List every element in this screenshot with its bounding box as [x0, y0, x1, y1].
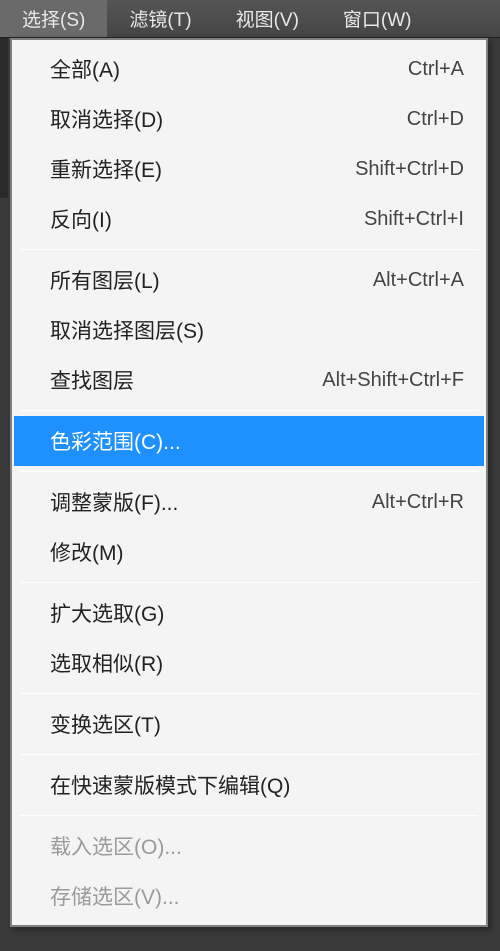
menu-refine-mask[interactable]: 调整蒙版(F)... Alt+Ctrl+R — [14, 477, 484, 527]
menu-separator — [20, 754, 478, 755]
menu-item-label: 在快速蒙版模式下编辑(Q) — [50, 770, 290, 800]
menu-item-label: 反向(I) — [50, 204, 112, 234]
menu-separator — [20, 582, 478, 583]
menu-deselect[interactable]: 取消选择(D) Ctrl+D — [14, 94, 484, 144]
menu-item-label: 色彩范围(C)... — [50, 426, 181, 456]
menu-reselect[interactable]: 重新选择(E) Shift+Ctrl+D — [14, 144, 484, 194]
menu-item-shortcut: Ctrl+A — [408, 58, 464, 81]
menu-load-selection: 载入选区(O)... — [14, 821, 484, 871]
menu-separator — [20, 249, 478, 250]
menu-item-label: 重新选择(E) — [50, 154, 162, 184]
menu-item-label: 取消选择图层(S) — [50, 315, 204, 345]
menubar-item-window[interactable]: 窗口(W) — [321, 0, 434, 37]
menu-inverse[interactable]: 反向(I) Shift+Ctrl+I — [14, 194, 484, 244]
menu-similar[interactable]: 选取相似(R) — [14, 638, 484, 688]
menubar: 选择(S) 滤镜(T) 视图(V) 窗口(W) — [0, 0, 500, 38]
menu-item-label: 载入选区(O)... — [50, 831, 182, 861]
menu-grow[interactable]: 扩大选取(G) — [14, 588, 484, 638]
menu-item-label: 变换选区(T) — [50, 709, 161, 739]
menu-deselect-layers[interactable]: 取消选择图层(S) — [14, 305, 484, 355]
dropdown-menu-select: 全部(A) Ctrl+A 取消选择(D) Ctrl+D 重新选择(E) Shift+Ctr… — [10, 38, 488, 927]
menu-all-layers[interactable]: 所有图层(L) Alt+Ctrl+A — [14, 255, 484, 305]
menu-separator — [20, 693, 478, 694]
menu-separator — [20, 815, 478, 816]
menu-item-label: 取消选择(D) — [50, 104, 163, 134]
menu-modify[interactable]: 修改(M) — [14, 527, 484, 577]
menu-item-shortcut: Shift+Ctrl+I — [364, 208, 464, 231]
menu-item-shortcut: Alt+Ctrl+A — [373, 269, 464, 292]
menu-transform-selection[interactable]: 变换选区(T) — [14, 699, 484, 749]
menu-item-shortcut: Ctrl+D — [407, 108, 464, 131]
menu-item-label: 修改(M) — [50, 537, 123, 567]
menu-item-shortcut: Alt+Shift+Ctrl+F — [322, 369, 464, 392]
menu-item-label: 选取相似(R) — [50, 648, 163, 678]
menu-find-layers[interactable]: 查找图层 Alt+Shift+Ctrl+F — [14, 355, 484, 405]
menu-item-label: 调整蒙版(F)... — [50, 487, 178, 517]
menu-separator — [20, 410, 478, 411]
menubar-item-filter[interactable]: 滤镜(T) — [107, 0, 213, 37]
menubar-item-view[interactable]: 视图(V) — [214, 0, 321, 37]
menu-separator — [20, 471, 478, 472]
menu-save-selection: 存储选区(V)... — [14, 871, 484, 921]
menu-item-label: 全部(A) — [50, 54, 120, 84]
menu-select-all[interactable]: 全部(A) Ctrl+A — [14, 44, 484, 94]
menu-item-label: 所有图层(L) — [50, 265, 160, 295]
menu-item-label: 查找图层 — [50, 365, 134, 395]
menu-item-label: 存储选区(V)... — [50, 881, 180, 911]
menu-quick-mask[interactable]: 在快速蒙版模式下编辑(Q) — [14, 760, 484, 810]
menu-item-shortcut: Alt+Ctrl+R — [372, 491, 464, 514]
menu-color-range[interactable]: 色彩范围(C)... — [14, 416, 484, 466]
menu-item-label: 扩大选取(G) — [50, 598, 164, 628]
background-strip — [0, 38, 8, 198]
menubar-item-select[interactable]: 选择(S) — [0, 0, 107, 37]
menu-item-shortcut: Shift+Ctrl+D — [355, 158, 464, 181]
